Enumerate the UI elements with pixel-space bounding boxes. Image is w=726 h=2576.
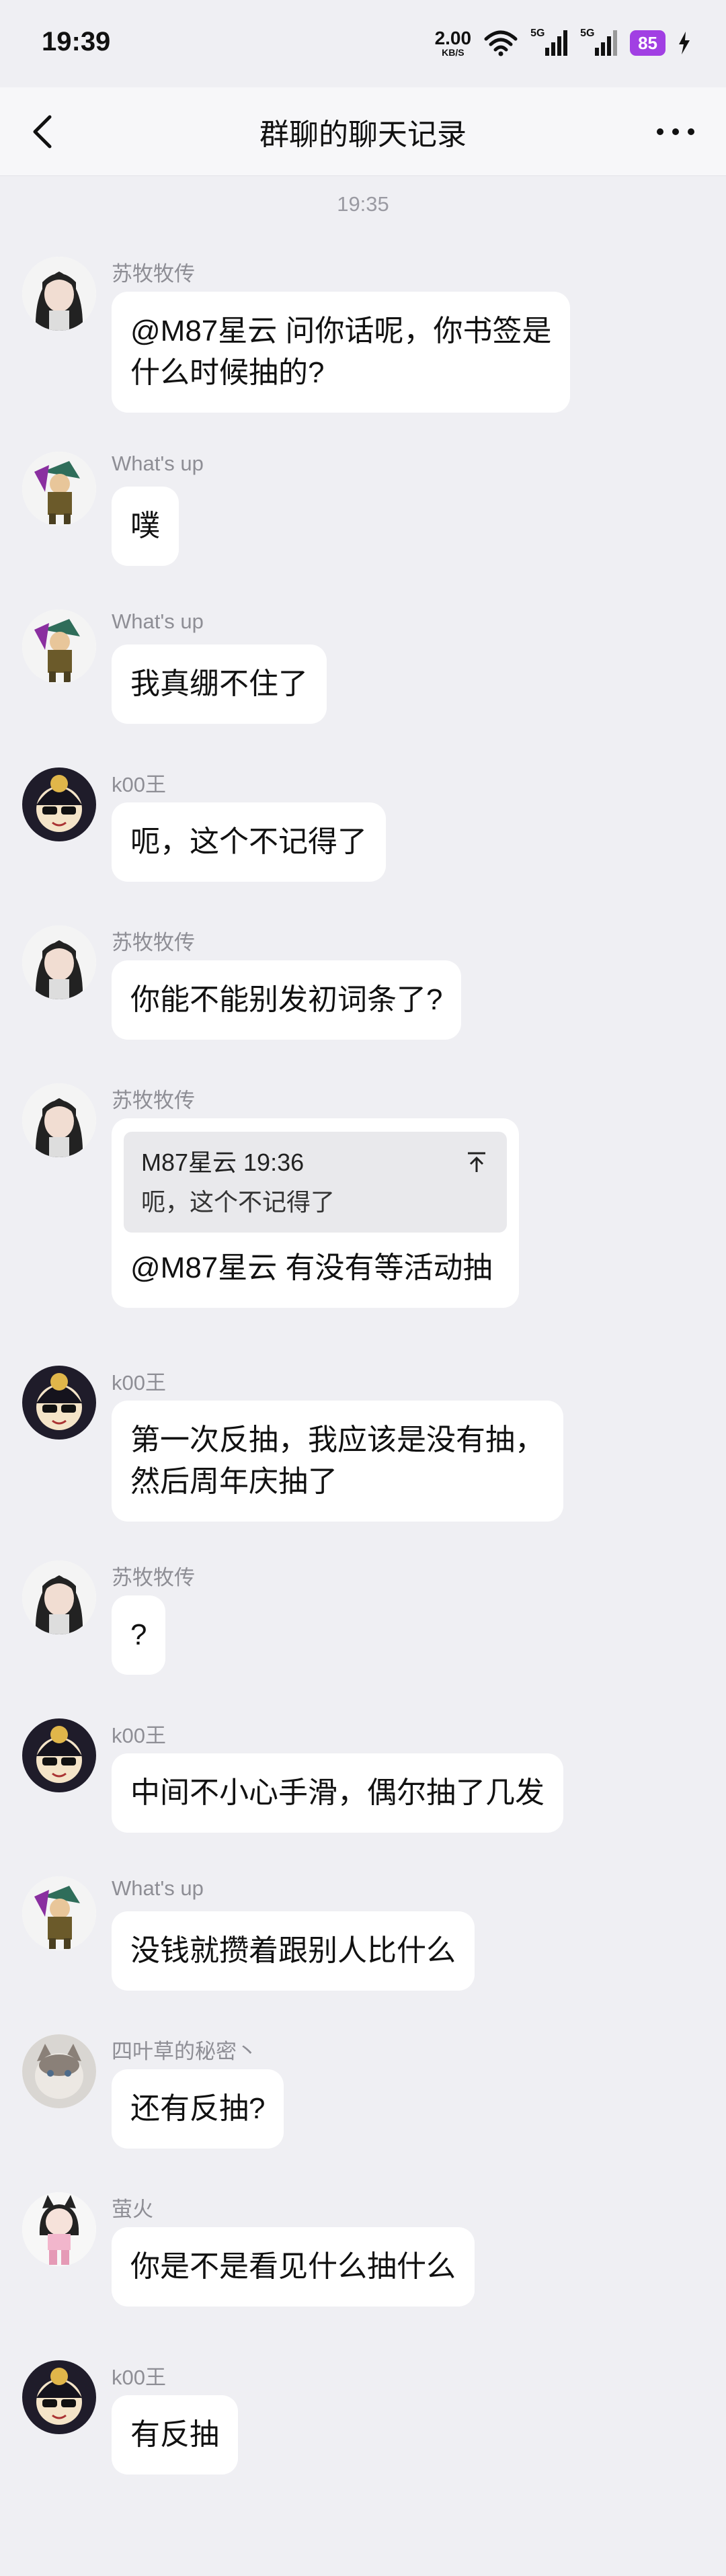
jotaro-avatar[interactable] (22, 610, 96, 683)
page-title: 群聊的聊天记录 (259, 118, 467, 151)
jotaro-avatar[interactable] (22, 1876, 96, 1950)
battery-indicator: 85 (630, 30, 666, 56)
cat-girl-avatar[interactable] (22, 2192, 96, 2266)
jotaro-avatar[interactable] (22, 452, 96, 526)
sender-name: What's up (112, 1876, 204, 1900)
charging-bolt-icon (679, 32, 690, 54)
sender-name: 萤火 (112, 2198, 153, 2221)
message-bubble[interactable]: 呃，这个不记得了 (112, 802, 386, 882)
signal-icon-1: 5G (530, 28, 568, 57)
message-bubble[interactable]: 我真绷不住了 (112, 645, 327, 724)
sender-name: k00王 (112, 2366, 166, 2389)
network-speed-unit: KB/S (442, 47, 465, 58)
quoted-message-header: M87星云 19:36 (141, 1149, 305, 1176)
status-time: 19:39 (42, 27, 111, 56)
message-text-line: 没钱就攒着跟别人比什么 (130, 1934, 456, 1967)
message-bubble[interactable]: 第一次反抽，我应该是没有抽， 然后周年庆抽了 (112, 1401, 563, 1522)
message-text-line: @M87星云 问你话呢，你书签是 (130, 315, 552, 347)
sunglasses-avatar[interactable] (22, 2360, 96, 2434)
quoted-message-text: 呃，这个不记得了 (141, 1188, 335, 1216)
message-text-line: 第一次反抽，我应该是没有抽， (130, 1423, 544, 1456)
message-text-line: 中间不小心手滑，偶尔抽了几发 (130, 1776, 544, 1809)
message-bubble[interactable]: 没钱就攒着跟别人比什么 (112, 1911, 475, 1991)
sunglasses-avatar[interactable] (22, 767, 96, 841)
message-text-line: 有反抽 (130, 2418, 219, 2451)
message-bubble[interactable]: M87星云 19:36 呃，这个不记得了 @M87星云 有没有等活动抽 (112, 1118, 519, 1308)
signal-tag-1: 5G (530, 28, 545, 39)
jump-to-top-icon[interactable] (465, 1151, 488, 1173)
sender-name: 苏牧牧传 (112, 1089, 195, 1112)
sunglasses-avatar[interactable] (22, 1366, 96, 1440)
message-text-line: 呃，这个不记得了 (130, 825, 367, 858)
anime-girl-avatar[interactable] (22, 1083, 96, 1157)
sunglasses-avatar[interactable] (22, 1718, 96, 1792)
message-text-line: 噗 (130, 509, 160, 542)
signal-icon-2: 5G (580, 28, 618, 57)
status-bar: 19:39 2.00 KB/S 5G 5G 85 (0, 0, 726, 87)
cat-avatar[interactable] (22, 2034, 96, 2108)
anime-girl-avatar[interactable] (22, 1561, 96, 1634)
message-text-line: 什么时候抽的? (130, 356, 325, 389)
message-text-line: 你能不能别发初词条了? (130, 983, 443, 1016)
sender-name: k00王 (112, 1724, 166, 1747)
anime-girl-avatar[interactable] (22, 257, 96, 331)
status-icons: 2.00 KB/S 5G 5G 85 (435, 26, 691, 60)
ellipsis-icon[interactable] (652, 114, 699, 149)
sender-name: 苏牧牧传 (112, 931, 195, 954)
network-speed: 2.00 KB/S (434, 28, 472, 58)
signal-tag-2: 5G (580, 28, 595, 39)
message-bubble[interactable]: 还有反抽? (112, 2069, 284, 2149)
message-text-line: 我真绷不住了 (130, 667, 308, 700)
network-speed-value: 2.00 (434, 28, 472, 48)
message-bubble[interactable]: 中间不小心手滑，偶尔抽了几发 (112, 1753, 563, 1833)
sender-name: 苏牧牧传 (112, 1566, 195, 1589)
message-text-line: ? (130, 1618, 147, 1651)
chat-timestamp: 19:35 (337, 192, 389, 216)
message-bubble[interactable]: 你是不是看见什么抽什么 (112, 2227, 475, 2307)
message-bubble[interactable]: ? (112, 1595, 166, 1675)
message-text-line: @M87星云 有没有等活动抽 (130, 1251, 493, 1284)
message-bubble[interactable]: @M87星云 问你话呢，你书签是 什么时候抽的? (112, 292, 571, 413)
chat-record-header: 群聊的聊天记录 (0, 87, 726, 176)
message-bubble[interactable]: 有反抽 (112, 2395, 238, 2475)
anime-girl-avatar[interactable] (22, 925, 96, 999)
sender-name: 四叶草的秘密丶 (112, 2040, 257, 2063)
wifi-icon (484, 30, 518, 56)
sender-name: What's up (112, 452, 204, 475)
message-text-line: 然后周年庆抽了 (130, 1465, 337, 1498)
message-text-line: 还有反抽? (130, 2092, 266, 2125)
quoted-message[interactable]: M87星云 19:36 呃，这个不记得了 (124, 1132, 507, 1233)
message-text-line: 你是不是看见什么抽什么 (130, 2250, 456, 2283)
sender-name: 苏牧牧传 (112, 262, 195, 286)
message-bubble[interactable]: 你能不能别发初词条了? (112, 960, 462, 1040)
sender-name: What's up (112, 610, 204, 633)
sender-name: k00王 (112, 1371, 166, 1395)
sender-name: k00王 (112, 773, 166, 796)
message-bubble[interactable]: 噗 (112, 487, 179, 566)
